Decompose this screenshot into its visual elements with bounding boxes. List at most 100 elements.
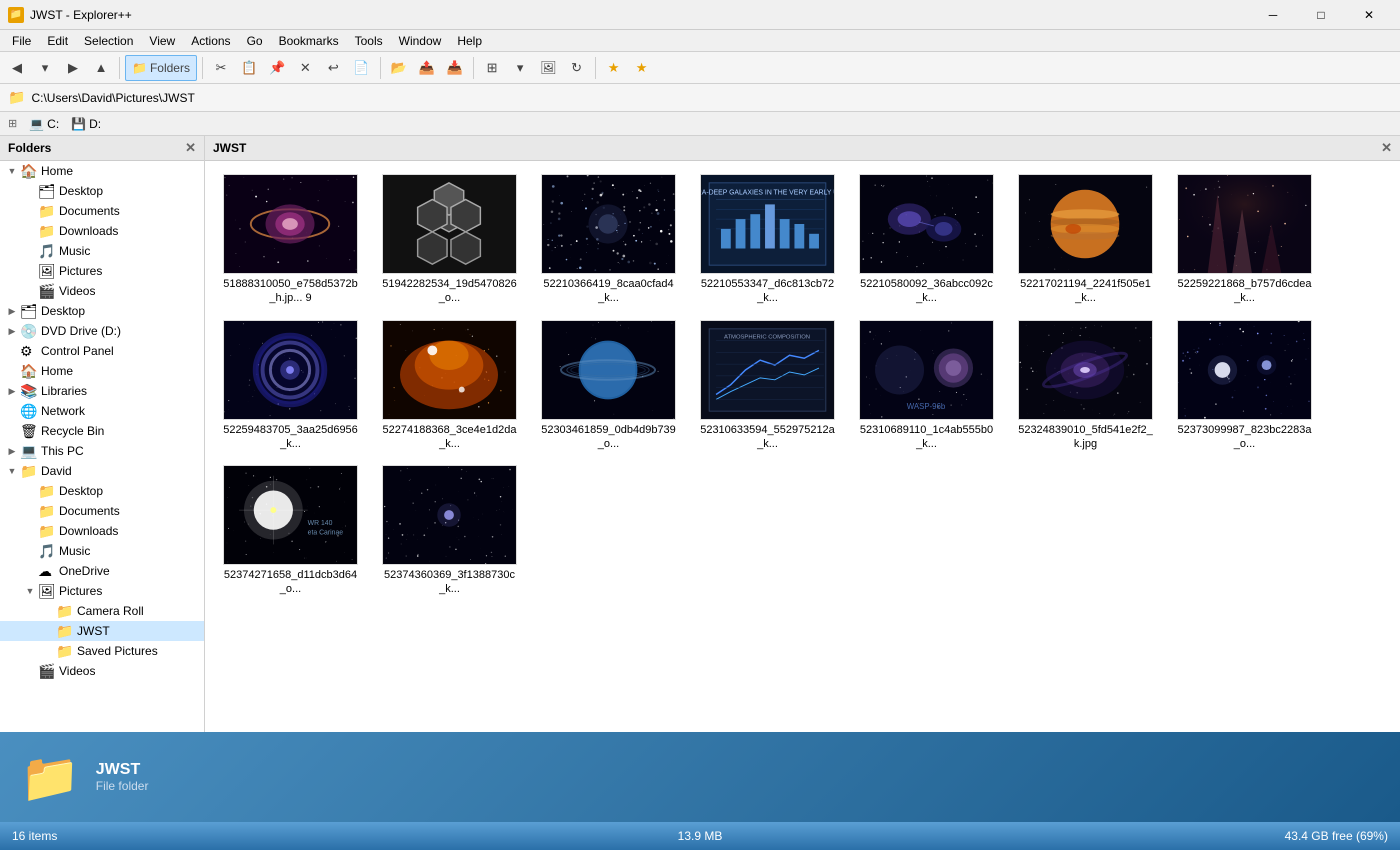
filepanel-header: JWST ✕ (205, 136, 1400, 161)
folder-icon: 🖼 (38, 263, 56, 280)
sidebar-item-desktop[interactable]: 📁Desktop (0, 481, 204, 501)
menu-item-bookmarks[interactable]: Bookmarks (271, 32, 347, 50)
file-item[interactable]: 51942282534_19d5470826_o... (372, 169, 527, 311)
address-path[interactable]: C:\Users\David\Pictures\JWST (31, 91, 1392, 105)
menu-item-help[interactable]: Help (449, 32, 490, 50)
file-item[interactable]: HOW ULTRA-DEEP GALAXIES IN THE VERY EARL… (690, 169, 845, 311)
menu-item-go[interactable]: Go (239, 32, 271, 50)
sidebar-item-desktop[interactable]: ▶🗂Desktop (0, 301, 204, 321)
folder-icon: 🎵 (38, 243, 56, 260)
sidebar-item-onedrive[interactable]: ☁OneDrive (0, 561, 204, 581)
file-item[interactable]: WR 140 eta Carinae 52374271658_d11dcb3d6… (213, 460, 368, 602)
sidebar-item-this-pc[interactable]: ▶💻This PC (0, 441, 204, 461)
file-item[interactable]: 52210366419_8caa0cfad4_k... (531, 169, 686, 311)
copy-button[interactable]: 📋 (236, 55, 262, 81)
app-title: JWST - Explorer++ (30, 8, 1250, 22)
drive-d[interactable]: 💾 D: (71, 117, 101, 131)
sidebar-item-libraries[interactable]: ▶📚Libraries (0, 381, 204, 401)
folders-button[interactable]: 📁 Folders (125, 55, 197, 81)
back-dropdown[interactable]: ▾ (32, 55, 58, 81)
titlebar: 📁 JWST - Explorer++ ─ □ ✕ (0, 0, 1400, 30)
properties-button[interactable]: 📄 (348, 55, 374, 81)
copy-to-button[interactable]: 📤 (414, 55, 440, 81)
file-item[interactable]: 52259221868_b757d6cdea_k... (1167, 169, 1322, 311)
file-item[interactable]: 52259483705_3aa25d6956_k... (213, 315, 368, 457)
sidebar-item-home[interactable]: ▼🏠Home (0, 161, 204, 181)
file-item[interactable]: 52210580092_36abcc092c_k... (849, 169, 1004, 311)
back-button[interactable]: ◀ (4, 55, 30, 81)
preview-button[interactable]: 🖼 (535, 55, 562, 81)
sidebar-item-music[interactable]: 🎵Music (0, 541, 204, 561)
svg-text:HOW ULTRA-DEEP GALAXIES IN THE: HOW ULTRA-DEEP GALAXIES IN THE VERY EARL… (701, 190, 834, 197)
up-button[interactable]: ▲ (88, 55, 114, 81)
refresh-button[interactable]: ↻ (564, 55, 590, 81)
sidebar-item-camera-roll[interactable]: 📁Camera Roll (0, 601, 204, 621)
filepanel-close-button[interactable]: ✕ (1381, 140, 1392, 156)
sidebar-close-button[interactable]: ✕ (185, 140, 196, 156)
folder-icon: 💿 (20, 323, 38, 340)
folder-icon: 🌐 (20, 403, 38, 420)
sidebar-item-jwst[interactable]: 📁JWST (0, 621, 204, 641)
item-label: Recycle Bin (41, 424, 104, 438)
file-item[interactable]: 52217021194_2241f505e1_k... (1008, 169, 1163, 311)
move-to-button[interactable]: 📥 (442, 55, 468, 81)
sidebar-item-videos[interactable]: 🎬Videos (0, 281, 204, 301)
menu-item-edit[interactable]: Edit (39, 32, 76, 50)
sidebar-item-saved-pictures[interactable]: 📁Saved Pictures (0, 641, 204, 661)
new-folder-button[interactable]: 📂 (386, 55, 412, 81)
sidebar-item-david[interactable]: ▼📁David (0, 461, 204, 481)
expander-icon: ▶ (4, 306, 20, 317)
bookmark-button[interactable]: ★ (601, 55, 627, 81)
folder-icon: 📁 (20, 463, 38, 480)
menu-item-tools[interactable]: Tools (347, 32, 391, 50)
file-item[interactable]: ATMOSPHERIC COMPOSITION 52310633594_5529… (690, 315, 845, 457)
sidebar-item-dvd-drive-(d:)[interactable]: ▶💿DVD Drive (D:) (0, 321, 204, 341)
file-item[interactable]: 52324839010_5fd541e2f2_k.jpg (1008, 315, 1163, 457)
file-thumbnail: HOW ULTRA-DEEP GALAXIES IN THE VERY EARL… (700, 174, 835, 274)
delete-button[interactable]: ✕ (292, 55, 318, 81)
file-item[interactable]: 51888310050_e758d5372b_h.jp... 9 (213, 169, 368, 311)
sidebar-item-downloads[interactable]: 📁Downloads (0, 221, 204, 241)
sidebar-item-downloads[interactable]: 📁Downloads (0, 521, 204, 541)
sidebar-item-documents[interactable]: 📁Documents (0, 501, 204, 521)
sidebar-item-music[interactable]: 🎵Music (0, 241, 204, 261)
filepanel: JWST ✕ 51888310050_e758d5372b_h.jp... 9 … (205, 136, 1400, 732)
bookmark2-button[interactable]: ★ (629, 55, 655, 81)
menu-item-actions[interactable]: Actions (183, 32, 238, 50)
sidebar-item-network[interactable]: 🌐Network (0, 401, 204, 421)
cut-button[interactable]: ✂ (208, 55, 234, 81)
sidebar-item-documents[interactable]: 📁Documents (0, 201, 204, 221)
sidebar-item-pictures[interactable]: 🖼Pictures (0, 261, 204, 281)
folder-icon: 📁 (56, 603, 74, 620)
menu-item-file[interactable]: File (4, 32, 39, 50)
sidebar-item-recycle-bin[interactable]: 🗑Recycle Bin (0, 421, 204, 441)
sidebar-item-pictures[interactable]: ▼🖼Pictures (0, 581, 204, 601)
paste-button[interactable]: 📌 (264, 55, 290, 81)
item-label: JWST (77, 624, 110, 638)
expander-icon: ▼ (4, 466, 20, 476)
sidebar-item-control-panel[interactable]: ⚙Control Panel (0, 341, 204, 361)
view-button[interactable]: ⊞ (479, 55, 505, 81)
file-item[interactable]: 52303461859_0db4d9b739_o... (531, 315, 686, 457)
sidebar-item-videos[interactable]: 🎬Videos (0, 661, 204, 681)
file-item[interactable]: 52274188368_3ce4e1d2da_k... (372, 315, 527, 457)
file-item[interactable]: 52373099987_823bc2283a_o... (1167, 315, 1322, 457)
undo-button[interactable]: ↩ (320, 55, 346, 81)
file-item[interactable]: WASP-96b 52310689110_1c4ab555b0_k... (849, 315, 1004, 457)
menu-item-view[interactable]: View (141, 32, 183, 50)
view-dropdown[interactable]: ▾ (507, 55, 533, 81)
forward-button[interactable]: ▶ (60, 55, 86, 81)
status-size: 13.9 MB (477, 829, 922, 843)
minimize-button[interactable]: ─ (1250, 0, 1296, 30)
close-button[interactable]: ✕ (1346, 0, 1392, 30)
maximize-button[interactable]: □ (1298, 0, 1344, 30)
svg-text:WR 140: WR 140 (308, 520, 333, 527)
file-item[interactable]: 52374360369_3f1388730c_k... (372, 460, 527, 602)
sep5 (595, 57, 596, 79)
item-label: Libraries (41, 384, 87, 398)
menu-item-window[interactable]: Window (391, 32, 450, 50)
menu-item-selection[interactable]: Selection (76, 32, 141, 50)
drive-c[interactable]: 💻 C: (29, 117, 59, 131)
sidebar-item-home[interactable]: 🏠Home (0, 361, 204, 381)
sidebar-item-desktop[interactable]: 🗂Desktop (0, 181, 204, 201)
